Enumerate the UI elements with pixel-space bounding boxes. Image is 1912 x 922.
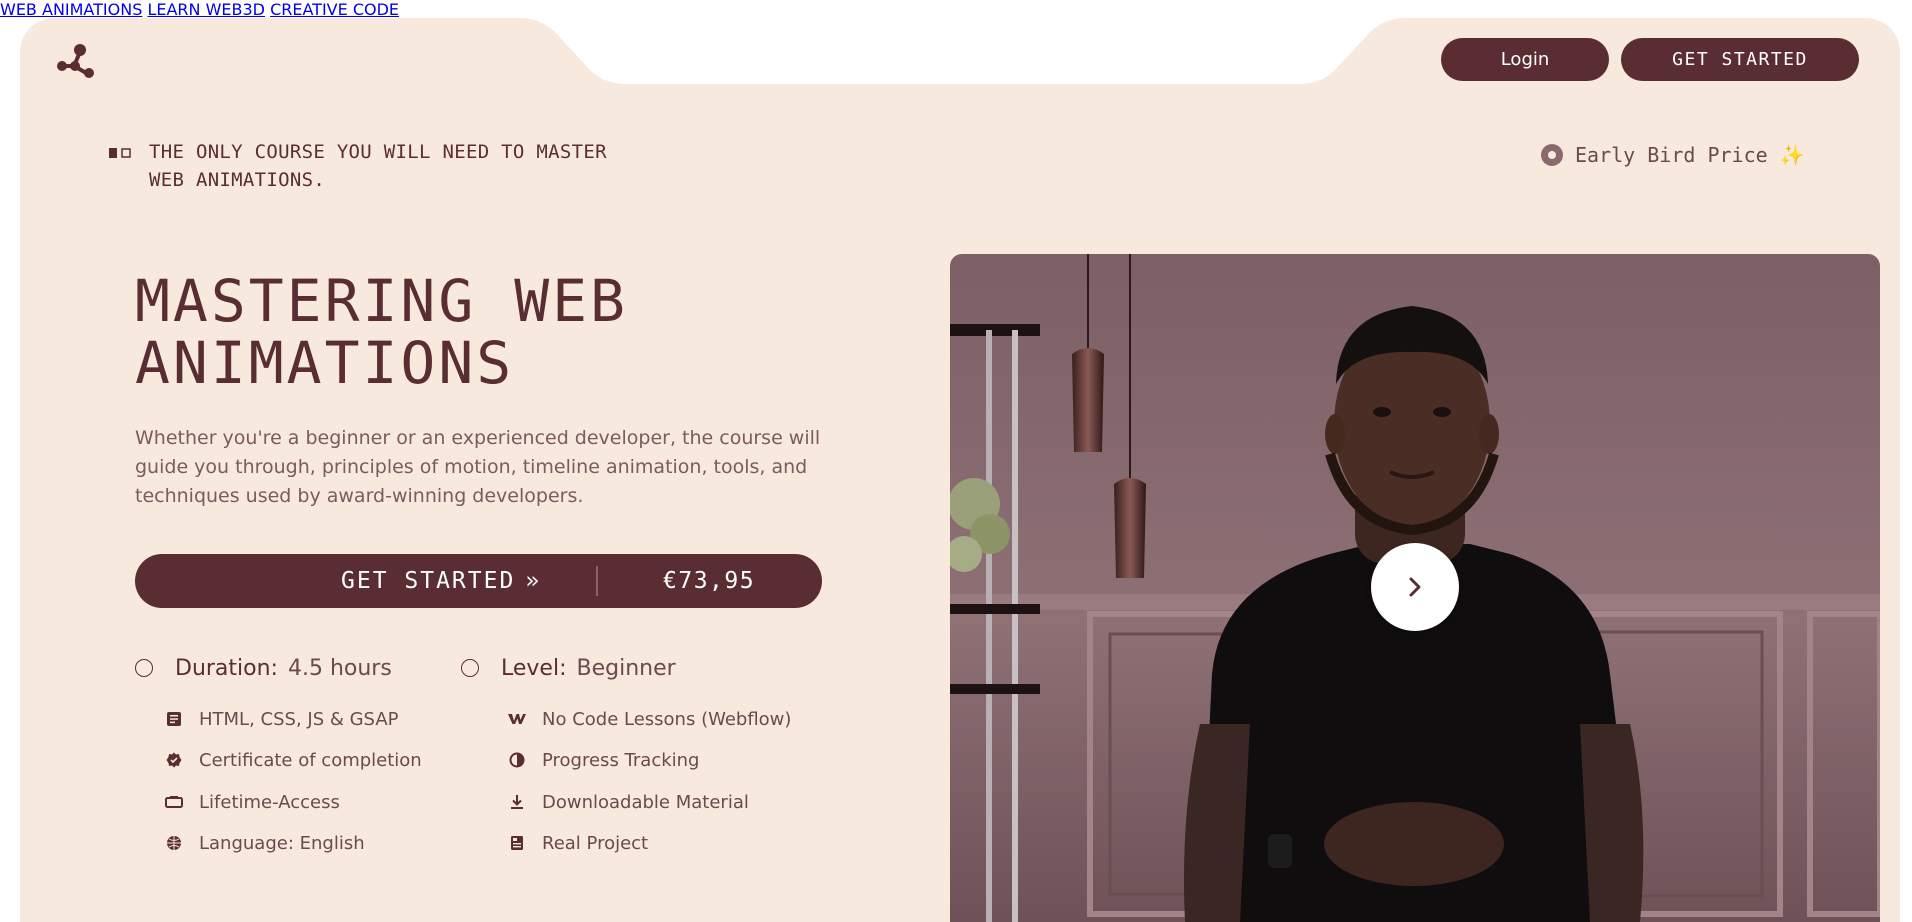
top-nav: WEB ANIMATIONS LEARN WEB3D CREATIVE CODE xyxy=(0,0,1912,19)
feature-text: Downloadable Material xyxy=(542,791,749,813)
cta-divider xyxy=(596,566,598,596)
double-chevron-right-icon: » xyxy=(525,568,542,594)
hero-tagline: THE ONLY COURSE YOU WILL NEED TO MASTER … xyxy=(149,141,607,191)
feature-text: Progress Tracking xyxy=(542,749,700,771)
duration-info: Duration: 4.5 hours xyxy=(135,654,392,682)
feature-text: Language: English xyxy=(199,832,365,854)
radio-dot-icon xyxy=(1541,144,1563,166)
level-value: Beginner xyxy=(576,655,676,681)
feature-text: Real Project xyxy=(542,832,649,854)
feature-text: Lifetime-Access xyxy=(199,791,340,813)
feature-item: Certificate of completion xyxy=(165,748,422,772)
chevron-right-icon xyxy=(1409,577,1421,597)
feature-item: HTML, CSS, JS & GSAP xyxy=(165,707,399,731)
feature-item: Progress Tracking xyxy=(508,748,699,772)
get-started-cta-button[interactable]: GET STARTED » €73,95 xyxy=(135,554,822,608)
page-title: MASTERING WEB ANIMATIONS xyxy=(135,270,835,394)
feature-item: Downloadable Material xyxy=(508,790,749,814)
brand-logo-icon[interactable] xyxy=(54,40,98,80)
level-info: Level: Beginner xyxy=(461,654,676,682)
get-started-nav-button[interactable]: GET STARTED xyxy=(1621,38,1859,81)
progress-icon xyxy=(508,751,526,769)
page-title-line-1: MASTERING WEB xyxy=(135,267,628,335)
cta-price: €73,95 xyxy=(663,568,756,594)
webflow-icon xyxy=(508,710,526,728)
nav-link-creative-code[interactable]: CREATIVE CODE xyxy=(270,0,399,19)
duration-value: 4.5 hours xyxy=(287,655,392,681)
globe-icon xyxy=(165,834,183,852)
login-button[interactable]: Login xyxy=(1441,38,1609,81)
early-bird-badge: Early Bird Price ✨ xyxy=(1541,140,1805,170)
hero-description: Whether you're a beginner or an experien… xyxy=(135,427,821,507)
infinity-icon xyxy=(165,793,183,811)
download-icon xyxy=(508,793,526,811)
nav-link-learn-web3d[interactable]: LEARN WEB3D xyxy=(147,0,265,19)
feature-text: Certificate of completion xyxy=(199,749,422,771)
feature-item: No Code Lessons (Webflow) xyxy=(508,707,791,731)
cta-label: GET STARTED » xyxy=(341,554,541,608)
nav-link-web-animations[interactable]: WEB ANIMATIONS xyxy=(0,0,142,19)
level-label: Level: xyxy=(501,655,567,681)
feature-item: Real Project xyxy=(508,831,648,855)
radio-circle-icon xyxy=(135,659,153,677)
feature-text: No Code Lessons (Webflow) xyxy=(542,708,792,730)
code-icon xyxy=(165,710,183,728)
radio-circle-icon xyxy=(461,659,479,677)
sparkles-icon: ✨ xyxy=(1779,143,1805,167)
cta-label-text: GET STARTED xyxy=(341,568,516,594)
feature-item: Lifetime-Access xyxy=(165,790,340,814)
early-bird-label: Early Bird Price xyxy=(1575,143,1768,167)
tagline-bullet-icon xyxy=(109,148,131,158)
feature-text: HTML, CSS, JS & GSAP xyxy=(199,708,399,730)
play-video-button[interactable] xyxy=(1371,543,1459,631)
certificate-icon xyxy=(165,751,183,769)
feature-item: Language: English xyxy=(165,831,365,855)
duration-label: Duration: xyxy=(175,655,278,681)
project-icon xyxy=(508,834,526,852)
page-title-line-2: ANIMATIONS xyxy=(135,329,515,397)
